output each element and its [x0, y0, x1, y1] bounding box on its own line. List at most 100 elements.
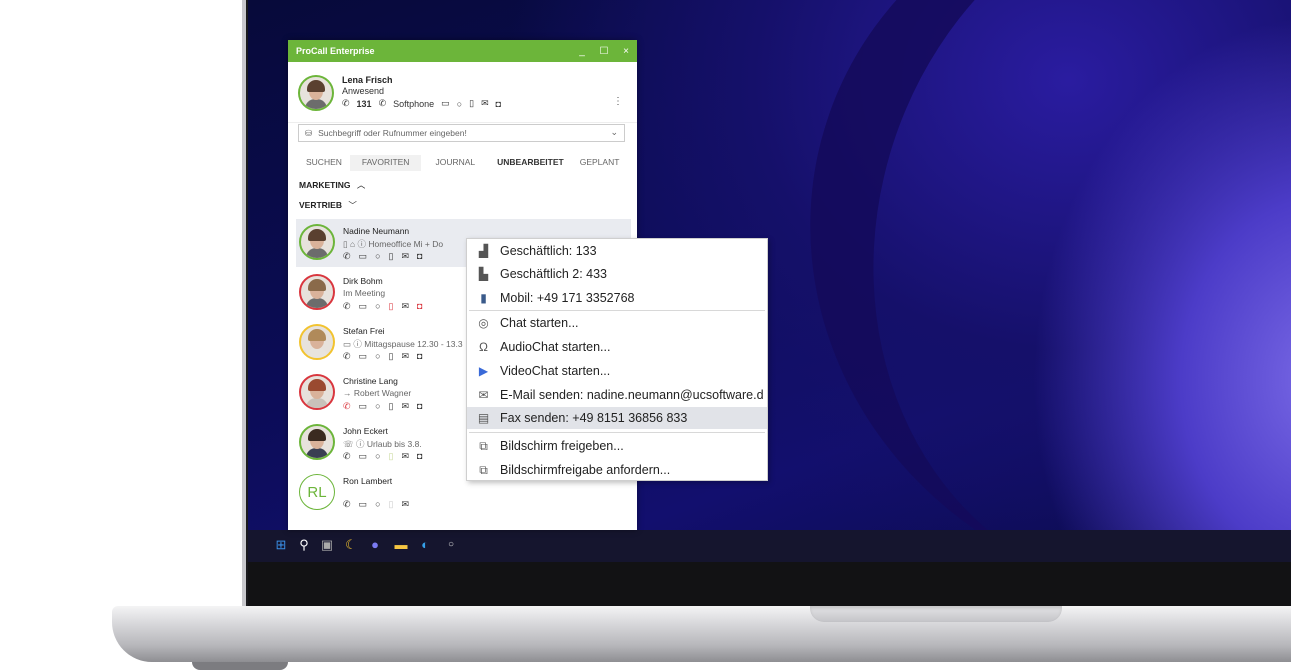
video-icon[interactable]: ▭	[441, 98, 450, 109]
calendar-icon[interactable]: ▯	[389, 499, 394, 510]
menu-item-business-phone-2[interactable]: ▙ Geschäftlich 2: 433	[467, 263, 767, 285]
laptop-base	[112, 606, 1291, 662]
contact-status-text: Urlaub bis 3.8.	[366, 439, 422, 449]
contact-status: Im Meeting	[343, 288, 386, 298]
menu-item-videochat[interactable]: ▶ VideoChat starten...	[467, 360, 767, 382]
chevron-down-icon[interactable]: ⌄	[610, 127, 618, 138]
call-icon[interactable]: ✆	[343, 451, 351, 462]
mail-icon[interactable]: ✉	[401, 451, 409, 462]
call-icon[interactable]: ✆	[343, 351, 351, 362]
chat-icon[interactable]: ○	[375, 251, 380, 262]
own-avatar[interactable]	[298, 75, 334, 111]
procall-tray-icon[interactable]: ○	[444, 538, 458, 552]
own-status[interactable]: Anwesend	[342, 86, 501, 96]
tab-suchen[interactable]: SUCHEN	[298, 155, 350, 171]
screen-icon[interactable]: ◘	[417, 301, 422, 312]
call-icon[interactable]: ✆	[343, 499, 351, 510]
chevron-up-icon: ︿	[356, 180, 366, 190]
search-icon[interactable]: ⚲	[297, 538, 311, 552]
mobile-icon: ▮	[480, 291, 487, 305]
building-icon: ▙	[478, 267, 489, 281]
video-icon[interactable]: ▭	[359, 401, 368, 412]
tab-favoriten[interactable]: FAVORITEN	[349, 155, 422, 171]
video-icon[interactable]: ▭	[359, 301, 368, 312]
call-icon[interactable]: ✆	[343, 251, 351, 262]
menu-item-mobile[interactable]: ▮ Mobil: +49 171 3352768	[467, 287, 767, 309]
video-icon[interactable]: ▭	[359, 251, 368, 262]
chat-icon[interactable]: ○	[375, 301, 380, 312]
calendar-icon[interactable]: ▯	[469, 98, 474, 109]
contact-status: ▯ ⌂ ⓘ Homeoffice Mi + Do	[343, 239, 444, 249]
video-play-icon: ▶	[478, 364, 489, 378]
contact-initials-avatar: RL	[299, 474, 335, 510]
mail-icon: ✉	[478, 388, 489, 402]
mail-icon[interactable]: ✉	[401, 301, 409, 312]
laptop-foot	[192, 662, 288, 670]
minimize-button[interactable]: _	[571, 46, 593, 57]
mail-icon[interactable]: ✉	[401, 401, 409, 412]
maximize-button[interactable]: ☐	[593, 46, 615, 57]
own-extension[interactable]: 131	[357, 99, 372, 109]
search-input[interactable]: ⛁ Suchbegriff oder Rufnummer eingeben! ⌄	[298, 124, 625, 142]
menu-item-fax[interactable]: ▤ Fax senden: +49 8151 36856 833	[467, 407, 767, 429]
menu-item-audiochat[interactable]: Ω AudioChat starten...	[467, 336, 767, 358]
task-view-icon[interactable]: ▣	[320, 538, 334, 552]
start-icon[interactable]: ⊞	[274, 538, 288, 552]
chat-icon[interactable]: ○	[375, 401, 380, 412]
menu-item-chat[interactable]: ◎ Chat starten...	[467, 312, 767, 334]
calendar-icon[interactable]: ▯	[389, 251, 394, 262]
screen-icon[interactable]: ◘	[417, 351, 422, 362]
chat-icon[interactable]: ○	[375, 351, 380, 362]
screen-icon[interactable]: ◘	[417, 251, 422, 262]
chat-icon[interactable]: ○	[457, 99, 462, 109]
close-button[interactable]: ×	[615, 46, 637, 57]
screen-icon[interactable]: ◘	[417, 401, 422, 412]
context-menu: ▟ Geschäftlich: 133 ▙ Geschäftlich 2: 43…	[466, 238, 768, 481]
own-device[interactable]: Softphone	[393, 99, 434, 109]
window-title: ProCall Enterprise	[296, 46, 375, 56]
edge-icon[interactable]: ◐	[418, 538, 432, 552]
database-icon: ⛁	[305, 127, 313, 138]
contact-name: Nadine Neumann	[343, 226, 410, 236]
menu-item-email[interactable]: ✉ E-Mail senden: nadine.neumann@ucsoftwa…	[467, 384, 767, 406]
mail-icon[interactable]: ✉	[401, 351, 409, 362]
laptop-chin	[248, 562, 1291, 606]
mail-icon[interactable]: ✉	[401, 251, 409, 262]
calendar-icon[interactable]: ▯	[389, 401, 394, 412]
menu-item-screen-request[interactable]: ⧉ Bildschirmfreigabe anfordern...	[467, 459, 767, 480]
menu-item-screen-share[interactable]: ⧉ Bildschirm freigeben...	[467, 435, 767, 457]
title-bar: ProCall Enterprise _ ☐ ×	[288, 40, 637, 62]
calendar-icon[interactable]: ▯	[389, 301, 394, 312]
moon-app-icon[interactable]: ☾	[344, 538, 358, 552]
chat-icon[interactable]: ○	[375, 499, 380, 510]
group-marketing[interactable]: MARKETING ︿	[299, 179, 365, 191]
teams-icon[interactable]: ●	[368, 538, 382, 552]
chat-icon[interactable]: ○	[375, 451, 380, 462]
contact-actions: ✆ ▭ ○ ▯ ✉ ◘	[343, 301, 422, 312]
tab-journal[interactable]: JOURNAL	[421, 155, 489, 171]
mail-icon[interactable]: ✉	[401, 499, 409, 510]
calendar-icon[interactable]: ▯	[389, 451, 394, 462]
fax-icon: ▤	[477, 411, 490, 425]
tab-unbearbeitet[interactable]: UNBEARBEITET	[489, 155, 572, 171]
folder-icon[interactable]: ▬	[394, 538, 408, 552]
tab-geplant[interactable]: GEPLANT	[572, 155, 628, 171]
menu-divider	[469, 310, 765, 311]
menu-item-business-phone[interactable]: ▟ Geschäftlich: 133	[467, 240, 767, 262]
screen-icon[interactable]: ◘	[496, 99, 501, 109]
video-icon[interactable]: ▭	[359, 499, 368, 510]
video-icon[interactable]: ▭	[359, 451, 368, 462]
call-icon[interactable]: ✆	[343, 401, 351, 412]
menu-divider	[469, 432, 765, 433]
video-icon[interactable]: ▭	[359, 351, 368, 362]
contact-avatar	[299, 274, 335, 310]
calendar-icon[interactable]: ▯	[389, 351, 394, 362]
group-vertrieb[interactable]: VERTRIEB ﹀	[299, 199, 357, 211]
mail-icon[interactable]: ✉	[481, 98, 489, 109]
contact-status-text: Mittagspause 12.30 - 13.3	[364, 339, 463, 349]
screen-icon[interactable]: ◘	[417, 451, 422, 462]
tab-bar: SUCHEN FAVORITEN JOURNAL UNBEARBEITET GE…	[298, 155, 627, 171]
call-icon[interactable]: ✆	[343, 301, 351, 312]
contact-status: ☏ ⓘ Urlaub bis 3.8.	[343, 439, 422, 449]
more-menu-icon[interactable]: ⋮	[613, 96, 623, 107]
